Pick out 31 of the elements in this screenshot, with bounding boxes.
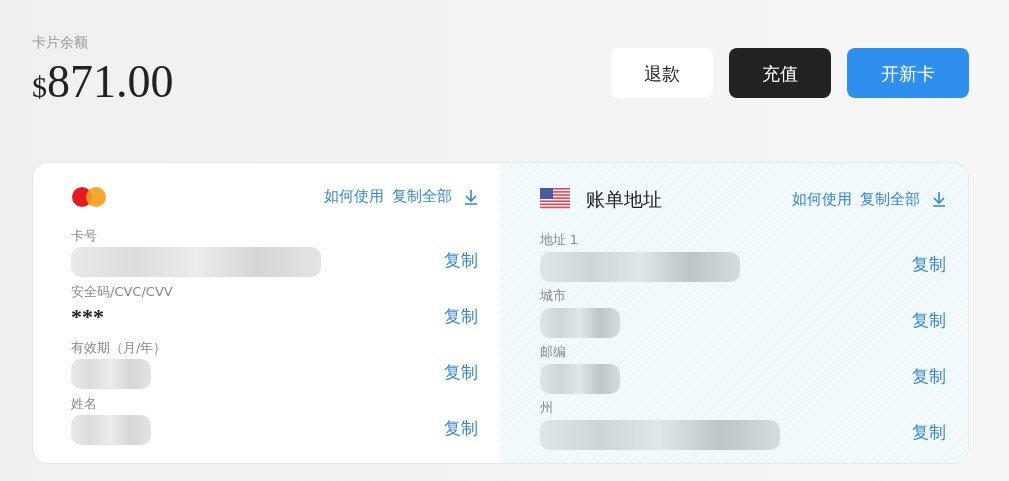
flag-icon [539,187,570,210]
balance-amount: $871.00 [32,57,174,108]
field-label: 有效期（月/年） [71,339,167,356]
field-label: 邮编 [539,344,567,360]
link[interactable]: 复制全部 [860,187,920,211]
field-label: 城市 [539,288,567,304]
copy-button[interactable]: 复制 [912,420,946,446]
action-button[interactable]: 退款 [611,48,713,98]
link[interactable]: 复制全部 [391,185,452,208]
link[interactable]: 如何使用 [792,187,852,211]
download-icon[interactable] [932,191,946,208]
copy-button[interactable]: 复制 [443,415,478,442]
action-button[interactable]: 充值 [729,48,831,98]
field-label: 卡号 [71,227,98,244]
copy-button[interactable]: 复制 [443,303,478,330]
field-label: 姓名 [71,395,98,412]
copy-button[interactable]: 复制 [912,252,946,278]
link[interactable]: 如何使用 [323,185,384,208]
copy-button[interactable]: 复制 [912,308,946,334]
field-label: 安全码/CVC/CVV [71,284,173,300]
copy-button[interactable]: 复制 [912,364,946,390]
field-label: 州 [539,400,554,416]
circles-logo-icon [71,185,107,208]
balance-label: 卡片余额 [32,33,89,52]
field-value: *** [71,302,105,331]
action-button[interactable]: 开新卡 [847,48,969,98]
copy-button[interactable]: 复制 [443,359,478,386]
download-icon[interactable] [463,189,478,206]
field-label: 地址 1 [539,232,579,248]
panel-title: 账单地址 [585,186,662,212]
copy-button[interactable]: 复制 [443,247,478,274]
